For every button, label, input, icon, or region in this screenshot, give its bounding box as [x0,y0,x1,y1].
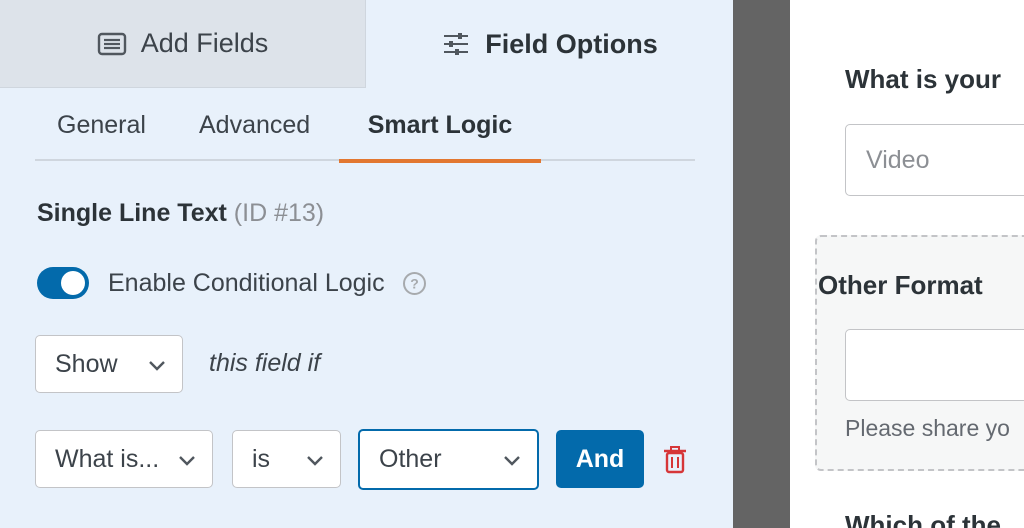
field-title: Single Line Text (ID #13) [37,199,324,228]
list-icon [97,31,127,57]
tab-advanced[interactable]: Advanced [199,100,310,161]
options-sub-tabs: General Advanced Smart Logic [35,100,695,163]
trash-icon[interactable] [662,446,688,474]
field-options-panel: Add Fields Field Options General Advance… [0,0,733,528]
conditional-logic-row: Enable Conditional Logic ? [37,264,427,302]
rule-value-value: Other [379,445,442,473]
panel-divider [733,0,790,528]
rule-operator-select[interactable]: is [232,430,341,488]
chevron-down-icon [149,361,165,371]
preview-video-value: Video [866,145,930,174]
rule-operator-value: is [252,444,271,473]
preview-question-1: What is your [845,64,1002,94]
preview-question-3: Which of the [845,510,1001,528]
field-name: Single Line Text [37,199,227,227]
conditional-logic-toggle[interactable] [37,267,89,299]
svg-text:?: ? [410,275,419,291]
rule-field-select[interactable]: What is... [35,430,213,488]
question-circle-icon[interactable]: ? [402,271,427,296]
chevron-down-icon [307,456,323,466]
preview-other-description: Please share yo [845,415,1010,441]
field-id: (ID #13) [233,199,325,227]
sliders-icon [441,31,471,57]
preview-other-input[interactable] [845,329,1024,401]
rule-field-value: What is... [55,444,160,473]
action-suffix: this field if [209,349,321,377]
tab-field-options-label: Field Options [485,28,658,59]
rule-value-select[interactable]: Other [358,429,539,490]
form-preview: What is your Video Other Format Please s… [790,0,1024,528]
action-select-value: Show [55,349,118,378]
tab-add-fields-label: Add Fields [140,28,269,58]
chevron-down-icon [504,456,520,466]
tab-add-fields[interactable]: Add Fields [0,0,366,88]
action-select[interactable]: Show [35,335,183,393]
panel-tabs: Add Fields Field Options [0,0,733,88]
tab-general[interactable]: General [57,100,146,161]
preview-other-label: Other Format [818,270,983,300]
preview-video-input[interactable]: Video [845,124,1024,196]
conditional-logic-label: Enable Conditional Logic [108,268,385,297]
and-button[interactable]: And [556,430,644,488]
tab-field-options[interactable]: Field Options [366,0,733,88]
chevron-down-icon [179,456,195,466]
tab-smart-logic[interactable]: Smart Logic [339,100,541,163]
